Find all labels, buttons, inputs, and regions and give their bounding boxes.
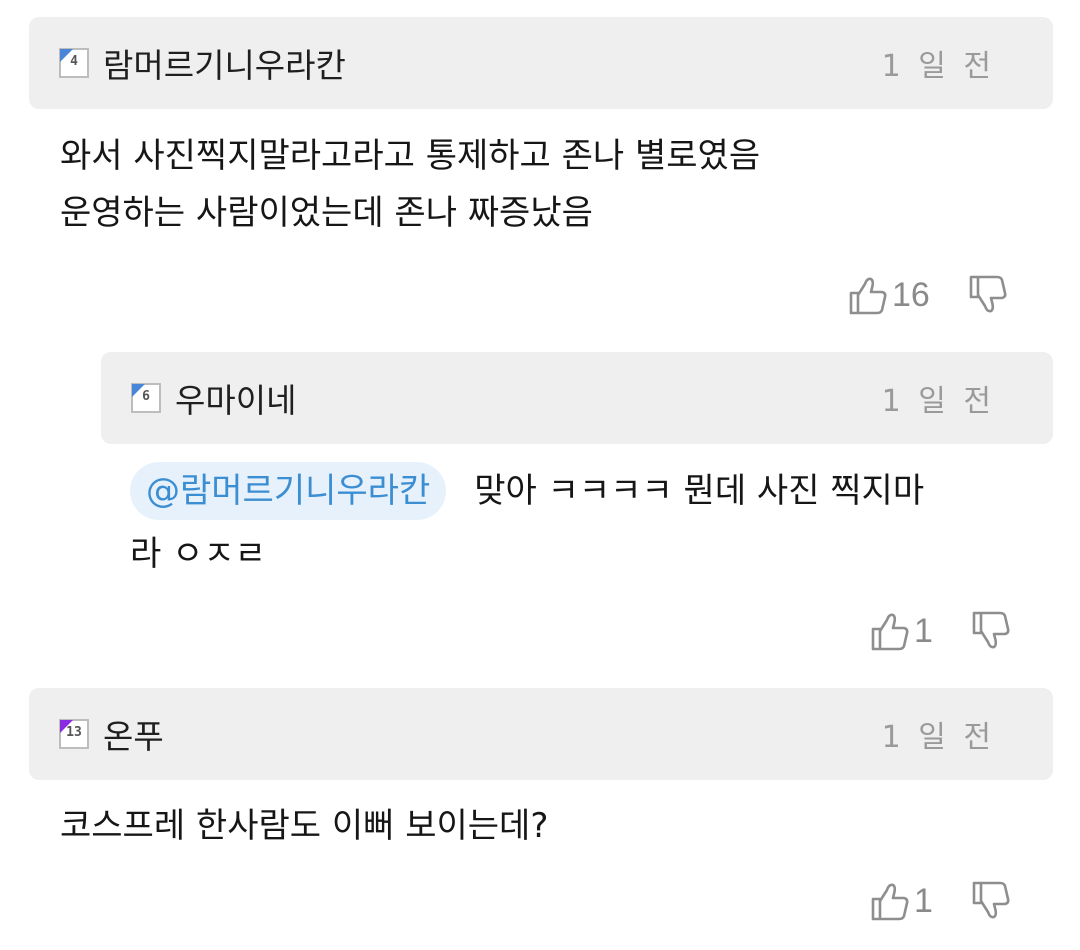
comment-line: 운영하는 사람이었는데 존나 짜증났음: [60, 193, 593, 233]
level-number: 6: [142, 389, 150, 404]
comment-header: 6 우마이네 1 일 전: [101, 352, 1053, 444]
comment-body: 코스프레 한사람도 이뻐 보이는데?: [60, 798, 548, 855]
comment-line: 라 ㅇㅈㄹ: [130, 534, 266, 574]
nickname[interactable]: 람머르기니우라칸: [103, 39, 346, 87]
level-badge: 4: [59, 48, 89, 78]
like-count: 1: [914, 881, 933, 920]
comment-line: @람머르기니우라칸 맞아 ㅋㅋㅋㅋ 뭔데 사진 찍지마: [130, 462, 924, 520]
like-count: 16: [892, 275, 930, 314]
timestamp: 1 일 전: [881, 49, 995, 84]
thumbs-up-icon[interactable]: [848, 274, 888, 316]
nickname[interactable]: 온푸: [103, 710, 164, 758]
vote-bar: 1: [870, 880, 1011, 922]
comment-body: 와서 사진찍지말라고라고 통제하고 존나 별로였음 운영하는 사람이었는데 존나…: [60, 128, 760, 242]
like-count: 1: [914, 611, 933, 650]
comment-text: 맞아 ㅋㅋㅋㅋ 뭔데 사진 찍지마: [474, 471, 925, 511]
comment-body: @람머르기니우라칸 맞아 ㅋㅋㅋㅋ 뭔데 사진 찍지마 라 ㅇㅈㄹ: [130, 462, 924, 583]
level-number: 13: [66, 725, 82, 740]
comment-line: 와서 사진찍지말라고라고 통제하고 존나 별로였음: [60, 136, 761, 176]
comment-header: 13 온푸 1 일 전: [29, 688, 1053, 780]
vote-bar: 16: [848, 274, 1008, 316]
level-number: 4: [70, 54, 78, 69]
level-badge: 13: [59, 719, 89, 749]
vote-bar: 1: [870, 610, 1011, 652]
thumbs-down-icon[interactable]: [971, 880, 1011, 922]
level-badge: 6: [131, 383, 161, 413]
mention-tag[interactable]: @람머르기니우라칸: [130, 462, 447, 520]
timestamp: 1 일 전: [881, 384, 995, 419]
thumbs-up-icon[interactable]: [870, 880, 910, 922]
comment-header: 4 람머르기니우라칸 1 일 전: [29, 17, 1053, 109]
thumbs-up-icon[interactable]: [870, 610, 910, 652]
timestamp: 1 일 전: [881, 720, 995, 755]
thumbs-down-icon[interactable]: [968, 274, 1008, 316]
comment-line: 코스프레 한사람도 이뻐 보이는데?: [60, 806, 549, 846]
nickname[interactable]: 우마이네: [175, 374, 296, 422]
thumbs-down-icon[interactable]: [971, 610, 1011, 652]
